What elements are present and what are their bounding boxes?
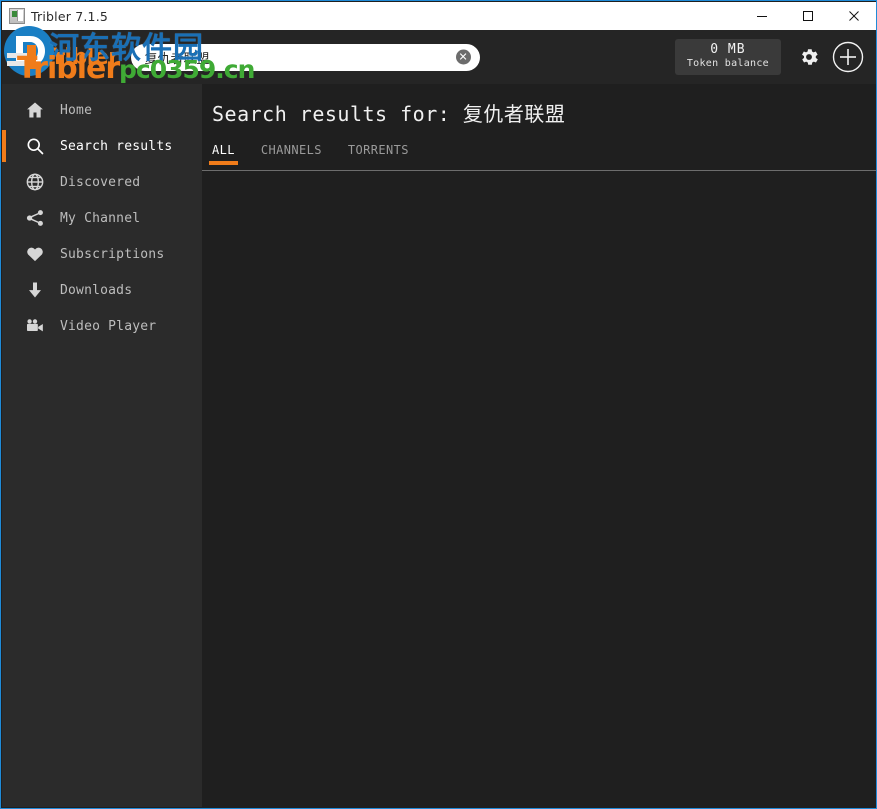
hamburger-line — [12, 62, 32, 64]
top-bar-actions: 0 MB Token balance — [674, 38, 876, 76]
tribler-window: Tribler 7.1.5 Tribler 复仇者联盟 ✕ 0 MB Token… — [0, 0, 877, 809]
search-results-list[interactable] — [202, 171, 876, 807]
globe-icon — [24, 171, 46, 193]
tab-channels[interactable]: CHANNELS — [261, 143, 322, 165]
share-icon — [24, 207, 46, 229]
minimize-button[interactable] — [739, 2, 785, 30]
settings-button[interactable] — [795, 43, 823, 71]
sidebar-item-label: Downloads — [60, 282, 133, 298]
result-tabs: ALL CHANNELS TORRENTS — [202, 143, 876, 165]
sidebar-item-label: Subscriptions — [60, 246, 165, 262]
search-icon — [24, 135, 46, 157]
sidebar-item-label: Discovered — [60, 174, 141, 190]
sidebar-item-label: Home — [60, 102, 93, 118]
sidebar-item-discovered[interactable]: Discovered — [2, 164, 202, 200]
sidebar: Home Search results Discovered My Channe… — [2, 84, 202, 807]
page-title: Search results for: 复仇者联盟 — [212, 102, 566, 126]
tab-all[interactable]: ALL — [209, 143, 238, 165]
sidebar-item-label: My Channel — [60, 210, 141, 226]
maximize-icon — [803, 11, 813, 21]
active-indicator — [2, 310, 6, 342]
token-balance-amount: 0 MB — [710, 41, 746, 57]
clear-search-icon[interactable]: ✕ — [455, 49, 471, 65]
sidebar-item-label: Video Player — [60, 318, 157, 334]
title-bar: Tribler 7.1.5 — [2, 2, 876, 30]
close-icon — [849, 11, 859, 21]
top-bar: Tribler ✕ 0 MB Token balance — [2, 30, 876, 84]
active-indicator — [2, 274, 6, 306]
add-torrent-button[interactable] — [831, 40, 865, 74]
hamburger-line — [12, 50, 32, 52]
close-button[interactable] — [831, 2, 876, 30]
search-input[interactable] — [130, 43, 480, 71]
sidebar-item-label: Search results — [60, 138, 173, 154]
maximize-button[interactable] — [785, 2, 831, 30]
active-indicator — [2, 166, 6, 198]
active-indicator — [2, 238, 6, 270]
hamburger-line — [12, 56, 26, 58]
sidebar-item-my-channel[interactable]: My Channel — [2, 200, 202, 236]
sidebar-item-subscriptions[interactable]: Subscriptions — [2, 236, 202, 272]
tab-torrents[interactable]: TORRENTS — [348, 143, 409, 165]
download-arrow-icon — [24, 279, 46, 301]
token-balance-button[interactable]: 0 MB Token balance — [674, 38, 781, 76]
token-balance-label: Token balance — [686, 57, 769, 69]
video-camera-icon — [24, 315, 46, 337]
window-controls — [739, 2, 876, 30]
heart-icon — [24, 243, 46, 265]
minimize-icon — [757, 16, 767, 17]
sidebar-item-search-results[interactable]: Search results — [2, 128, 202, 164]
active-indicator — [2, 94, 6, 126]
brand-logo-text: Tribler — [42, 44, 119, 70]
sidebar-item-home[interactable]: Home — [2, 92, 202, 128]
hamburger-menu-icon[interactable] — [12, 50, 36, 64]
window-title: Tribler 7.1.5 — [31, 8, 109, 24]
sidebar-item-downloads[interactable]: Downloads — [2, 272, 202, 308]
active-indicator — [2, 202, 6, 234]
application-icon — [9, 8, 25, 24]
home-icon — [24, 99, 46, 121]
plus-circle-icon — [832, 41, 864, 73]
active-indicator — [2, 130, 6, 162]
search-container: ✕ — [130, 43, 480, 71]
sidebar-item-video-player[interactable]: Video Player — [2, 308, 202, 344]
gear-icon — [802, 49, 818, 65]
